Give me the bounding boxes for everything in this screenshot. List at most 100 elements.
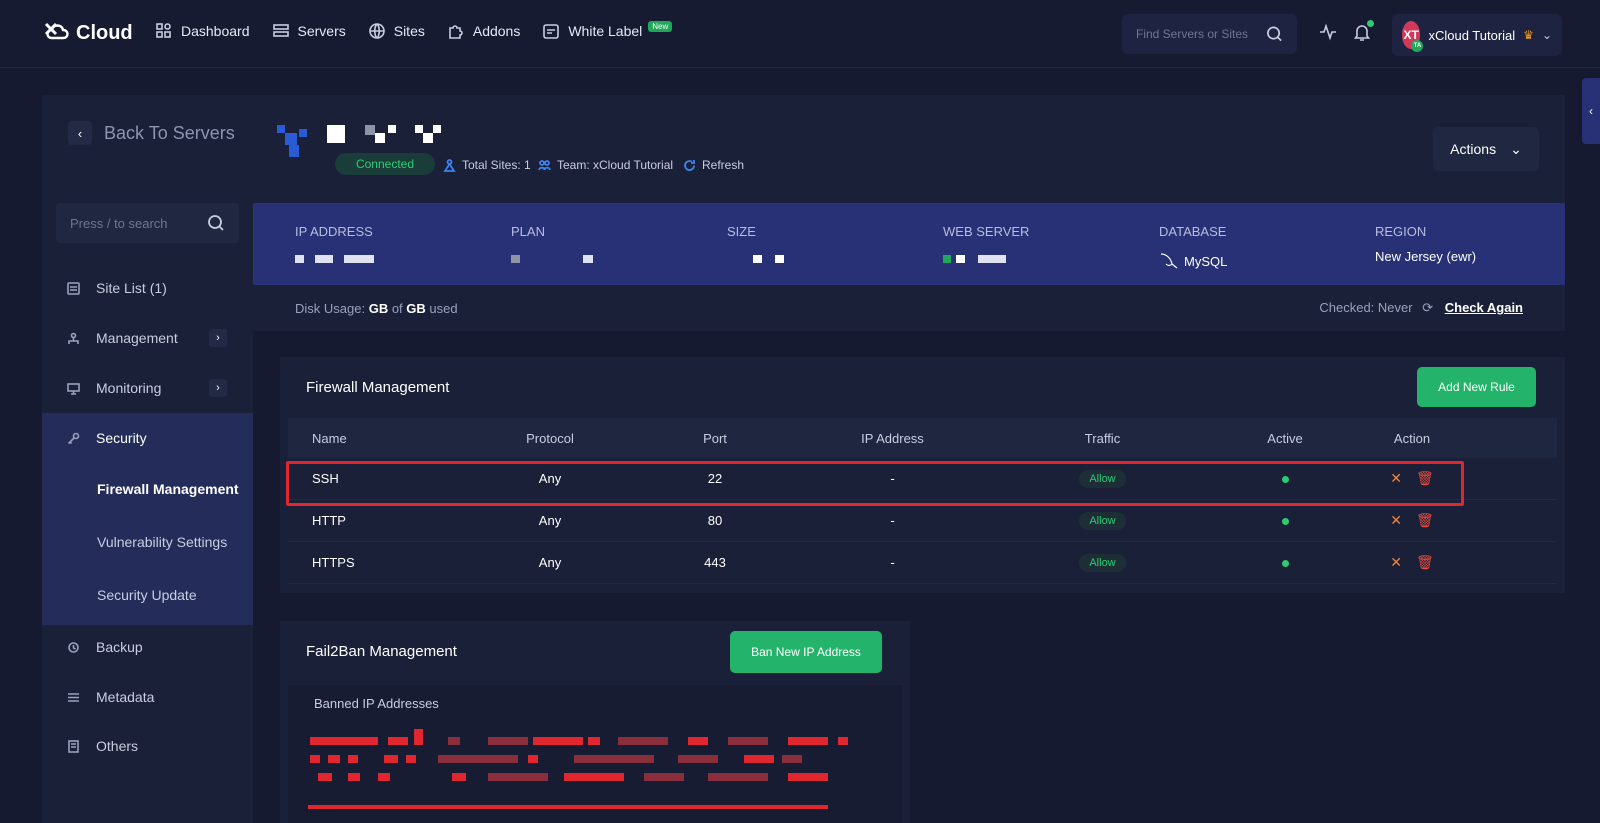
traffic-badge: Allow [1079,511,1126,530]
metadata-icon [68,692,79,702]
logo-text: Cloud [76,21,133,44]
sidebar-search-input[interactable] [70,215,200,231]
info-db-label: DATABASE [1159,224,1227,239]
team-info: Team: xCloud Tutorial [538,158,673,172]
refresh-icon [684,159,695,171]
nav-servers[interactable]: Servers [272,22,346,40]
submenu-security-update[interactable]: Security Update [97,587,197,603]
col-action: Action [1393,430,1431,446]
ban-new-ip-button[interactable]: Ban New IP Address [730,631,882,673]
cell-port: 22 [707,471,723,486]
user-menu[interactable]: XT TA xCloud Tutorial ♛ ⌄ [1392,14,1562,56]
refresh-button[interactable]: Refresh [683,158,744,172]
collapse-panel-tab[interactable]: ‹ [1582,78,1600,144]
close-icon[interactable]: ✕ [1390,470,1402,487]
fail2ban-card: Fail2Ban Management Ban New IP Address B… [280,621,910,823]
globe-icon [368,23,385,39]
traffic-badge: Allow [1079,469,1126,488]
notifications-button[interactable] [1352,20,1374,44]
sidebar-item-label: Metadata [96,689,155,705]
top-navbar: Cloud Dashboard Servers Sites Addons Whi… [0,0,1600,68]
chevron-left-icon: ‹ [1589,104,1593,118]
key-icon [67,432,80,444]
info-size-label: SIZE [727,224,756,239]
active-dot [1281,518,1289,525]
sidebar-item-monitoring[interactable]: Monitoring › [42,363,253,413]
global-search-input[interactable] [1136,27,1266,41]
monitor-icon [67,382,80,395]
servers-icon [272,24,289,37]
check-status: Checked: Never ⟳ Check Again [1319,300,1523,316]
mysql-icon [1160,253,1178,269]
table-header: Name Protocol Port IP Address Traffic Ac… [288,418,1557,458]
trash-icon[interactable]: 🗑 [1416,512,1434,529]
avatar-sub-badge: TA [1411,40,1424,52]
actions-dropdown[interactable]: Actions ⌄ [1433,127,1539,171]
sidebar-item-label: Monitoring [96,380,162,396]
backup-icon [68,641,79,653]
cell-name: SSH [312,471,339,486]
search-icon[interactable] [1266,25,1283,43]
sidebar-search[interactable] [56,203,239,243]
cell-protocol: Any [538,513,562,528]
xcloud-logo[interactable]: Cloud [42,18,133,48]
back-to-servers[interactable]: ‹ Back To Servers [68,121,235,145]
disk-usage: Disk Usage: GB of GB used [295,301,458,316]
sidebar-item-label: Others [96,738,139,754]
nav-white-label-label: White Label [568,23,643,39]
nav-white-label[interactable]: White Label New [542,20,673,40]
trash-icon[interactable]: 🗑 [1416,470,1434,487]
notification-dot [1367,20,1374,27]
info-plan-value-redacted [511,255,593,263]
status-badge: Connected [335,153,435,175]
sidebar-item-metadata[interactable]: Metadata [42,672,253,722]
cell-action: ✕ 🗑 [1360,554,1464,571]
close-icon[interactable]: ✕ [1390,512,1402,529]
management-icon [68,332,79,344]
info-plan: PLAN [511,224,593,263]
info-database: DATABASE MySQL [1159,224,1227,271]
sidebar-item-site-list[interactable]: Site List (1) [42,263,253,313]
submenu-firewall-management[interactable]: Firewall Management [97,481,239,497]
col-ip: IP Address [861,430,924,446]
info-region-label: REGION [1375,224,1427,239]
nav-servers-label: Servers [297,23,346,39]
info-web-label: WEB SERVER [943,224,1030,239]
close-icon[interactable]: ✕ [1390,554,1402,571]
add-new-rule-button[interactable]: Add New Rule [1417,367,1536,407]
activity-button[interactable] [1318,22,1340,44]
col-name: Name [312,430,347,446]
chevron-right-icon: › [209,329,227,347]
info-size-value-redacted [727,255,784,263]
banned-ips-panel: Banned IP Addresses [288,685,902,823]
table-row: SSH Any 22 - Allow ✕ 🗑 [288,458,1557,500]
sidebar-item-security[interactable]: Security [42,413,253,463]
nav-dashboard[interactable]: Dashboard [155,22,250,40]
chevron-down-icon: ⌄ [1541,28,1552,42]
info-region: REGION New Jersey (ewr) [1375,224,1476,264]
trash-icon[interactable]: 🗑 [1416,554,1434,571]
col-active: Active [1267,430,1303,446]
nav-addons[interactable]: Addons [447,22,520,40]
chevron-left-icon: ‹ [68,121,92,145]
crown-icon: ♛ [1523,28,1534,42]
nav-sites[interactable]: Sites [368,22,425,40]
sidebar-item-management[interactable]: Management › [42,313,253,363]
actions-label: Actions [1450,141,1497,157]
nav-addons-label: Addons [472,23,521,39]
activity-icon [1320,23,1336,41]
info-plan-label: PLAN [511,224,545,239]
cell-action: ✕ 🗑 [1360,470,1464,487]
col-port: Port [703,430,727,446]
check-again-link[interactable]: Check Again [1445,300,1523,315]
submenu-vulnerability-settings[interactable]: Vulnerability Settings [97,534,227,550]
sidebar-item-backup[interactable]: Backup [42,622,253,672]
server-overview-card: Connected Total Sites: 1 Team: xCloud Tu… [253,95,1565,331]
table-row: HTTPS Any 443 - Allow ✕ 🗑 [288,542,1557,584]
global-search[interactable] [1122,14,1297,54]
sidebar-item-others[interactable]: Others [42,721,253,771]
disk-usage-row: Disk Usage: GB of GB used Checked: Never… [253,285,1565,331]
fail2ban-title: Fail2Ban Management [306,643,457,660]
cell-traffic: Allow [995,469,1210,488]
disk-used: used [429,300,458,316]
